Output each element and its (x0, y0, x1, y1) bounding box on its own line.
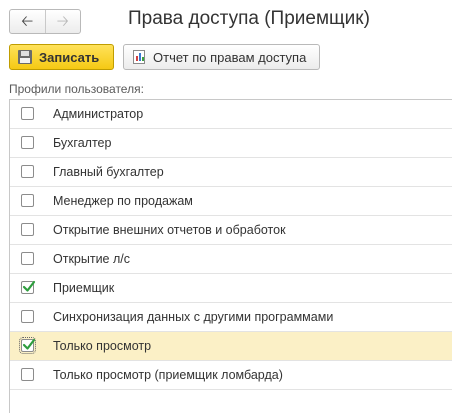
profile-label: Открытие внешних отчетов и обработок (53, 223, 286, 237)
navigation-buttons: 🡠 🡢 (9, 9, 81, 34)
profile-checkbox[interactable] (21, 107, 34, 120)
profile-row[interactable]: Синхронизация данных с другими программа… (10, 303, 452, 332)
profile-checkbox[interactable] (21, 252, 34, 265)
window-title: Права доступа (Приемщик) (128, 8, 370, 29)
profile-checkbox[interactable] (21, 280, 36, 294)
profile-label: Бухгалтер (53, 136, 112, 150)
back-button[interactable]: 🡠 (10, 10, 46, 33)
profile-label: Открытие л/с (53, 252, 131, 266)
profile-row[interactable]: Только просмотр (10, 332, 452, 361)
profile-label: Главный бухгалтер (53, 165, 164, 179)
access-report-button[interactable]: Отчет по правам доступа (123, 44, 320, 70)
floppy-disk-icon (18, 50, 32, 64)
arrow-left-icon: 🡠 (21, 13, 34, 30)
profile-checkbox[interactable] (19, 337, 36, 354)
save-button-label: Записать (39, 49, 100, 65)
profile-checkbox[interactable] (21, 136, 34, 149)
profile-row[interactable]: Бухгалтер (10, 129, 452, 158)
profile-row[interactable]: Открытие л/с (10, 245, 452, 274)
profile-label: Синхронизация данных с другими программа… (53, 310, 334, 324)
profile-label: Менеджер по продажам (53, 194, 193, 208)
profiles-list: Администратор Бухгалтер Главный бухгалтер М… (9, 99, 452, 413)
profile-checkbox[interactable] (21, 368, 34, 381)
save-button[interactable]: Записать (9, 44, 114, 70)
forward-button[interactable]: 🡢 (46, 10, 81, 33)
profile-row[interactable]: Главный бухгалтер (10, 158, 452, 187)
profile-row[interactable]: Открытие внешних отчетов и обработок (10, 216, 452, 245)
profile-checkbox[interactable] (21, 194, 34, 207)
arrow-right-icon: 🡢 (56, 13, 69, 30)
access-report-button-label: Отчет по правам доступа (153, 49, 307, 65)
report-chart-icon (133, 50, 145, 64)
profile-label: Приемщик (53, 281, 115, 295)
profile-checkbox[interactable] (21, 165, 34, 178)
profile-row[interactable]: Приемщик (10, 274, 452, 303)
profile-label: Администратор (53, 107, 144, 121)
profile-row[interactable]: Менеджер по продажам (10, 187, 452, 216)
profile-row[interactable]: Администратор (10, 100, 452, 129)
profile-checkbox[interactable] (21, 223, 34, 236)
profile-row[interactable]: Только просмотр (приемщик ломбарда) (10, 361, 452, 390)
profile-label: Только просмотр (приемщик ломбарда) (53, 368, 283, 382)
profile-label: Только просмотр (53, 339, 152, 353)
profiles-label: Профили пользователя: (9, 82, 144, 96)
profile-checkbox[interactable] (21, 310, 34, 323)
